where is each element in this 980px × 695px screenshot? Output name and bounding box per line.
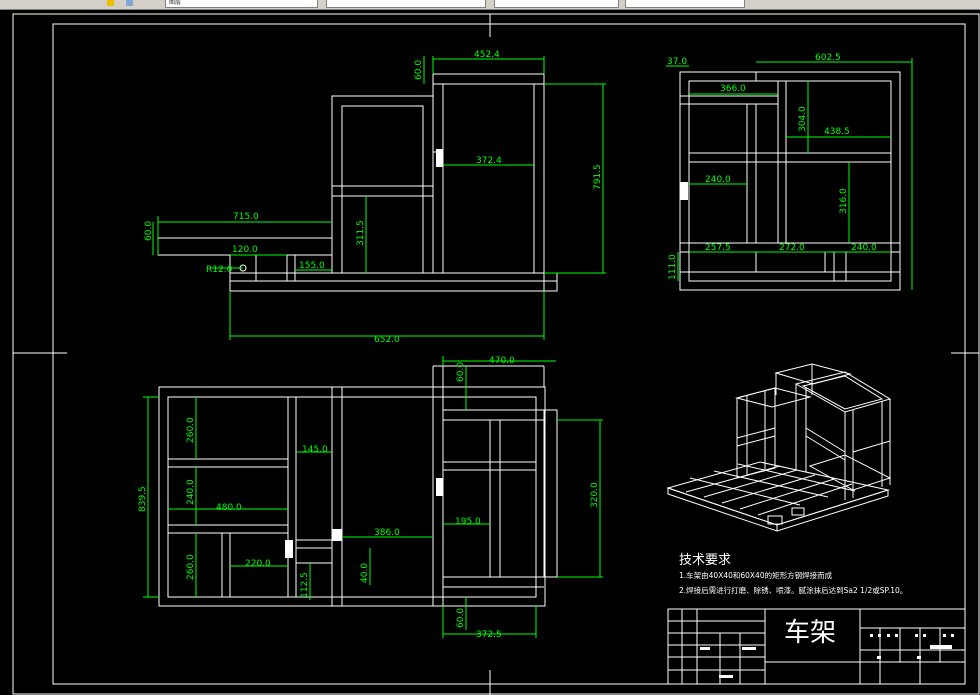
front-view-geometry	[157, 73, 558, 292]
front-view: 452.4 60.0 791.5 372.4 311.5 715.0 60.0 …	[144, 50, 606, 345]
front-dimension-lines	[152, 56, 606, 340]
plan-weld-mark-c	[332, 529, 342, 541]
dim-front-arm-length: 715.0	[233, 212, 259, 222]
dim-front-top-rail: 60.0	[414, 60, 424, 80]
dim-side-left-gap: 240.0	[705, 175, 731, 185]
dim-side-inner-top: 366.0	[720, 84, 746, 94]
dim-plan-bottom-rail: 60.0	[456, 608, 466, 628]
dim-side-base-height: 111.0	[668, 254, 678, 280]
plan-weld-mark-b	[285, 540, 293, 558]
dim-side-base-a: 257.5	[705, 243, 731, 253]
dim-side-width: 602.5	[815, 53, 841, 63]
layer-dropdown-label: 图层	[169, 0, 182, 6]
notes-line-2: 2.焊接后需进行打磨、除锈、喷漆。腻涂抹后达到Sa2 1/2或SP.10。	[679, 585, 907, 595]
dim-front-foot: 155.0	[299, 261, 325, 271]
dim-side-base-c: 240.0	[851, 243, 877, 253]
dim-plan-rail-a: 145.0	[302, 445, 328, 455]
side-view: 37.0 602.5 366.0 304.0 438.5 240.0 316.0…	[666, 53, 913, 291]
dim-plan-row-c: 260.0	[186, 554, 196, 580]
lineweight-dropdown[interactable]	[625, 0, 745, 8]
dim-plan-top-width: 470.0	[489, 356, 515, 366]
title-block-title: 车架	[784, 618, 836, 648]
dim-plan-right-height: 320.0	[590, 482, 600, 508]
dim-side-inner-mid: 438.5	[824, 127, 850, 137]
linetype-dropdown[interactable]	[494, 0, 619, 8]
dim-front-base-length: 652.0	[374, 335, 400, 345]
dim-side-base-b: 272.0	[779, 243, 805, 253]
dim-plan-inner: 195.0	[455, 517, 481, 527]
dim-plan-short: 220.0	[245, 559, 271, 569]
color-dropdown[interactable]	[326, 0, 486, 8]
dim-front-arm-height: 60.0	[144, 221, 154, 241]
dim-front-step-height: 311.5	[356, 220, 366, 246]
notes-line-1: 1.车架由40X40和60X40的矩形方钢焊接而成	[679, 570, 833, 580]
dim-front-height-total: 791.5	[593, 164, 603, 190]
title-block: 车架	[667, 608, 966, 685]
plan-view: 470.0 60.0 260.0 145.0 240.0 480.0 386.0…	[138, 356, 603, 640]
layer-state-icon[interactable]	[107, 0, 114, 6]
dim-plan-span: 480.0	[216, 503, 242, 513]
dim-front-top-width: 452.4	[474, 50, 500, 60]
side-weld-mark	[680, 182, 688, 200]
plan-weld-mark-a	[436, 478, 443, 496]
dim-front-arm-inner: 120.0	[232, 245, 258, 255]
dim-plan-row-b: 240.0	[186, 479, 196, 505]
dim-plan-row-a: 260.0	[186, 417, 196, 443]
dim-plan-small-b: 112.5	[300, 572, 310, 598]
technical-notes: 技术要求 1.车架由40X40和60X40的矩形方钢焊接而成 2.焊接后需进行打…	[679, 553, 907, 595]
isometric-view	[666, 363, 892, 532]
layer-icon[interactable]	[125, 0, 133, 6]
front-weld-mark	[436, 149, 443, 167]
toolbar-icons[interactable]	[104, 0, 156, 8]
layer-dropdown[interactable]: 图层	[165, 0, 318, 8]
dim-plan-bottom-width: 372.5	[476, 630, 502, 640]
dim-plan-small-a: 40.0	[360, 563, 370, 583]
notes-heading: 技术要求	[679, 553, 731, 568]
dim-plan-top-rail: 60.0	[456, 362, 466, 382]
dim-side-offset: 37.0	[667, 57, 687, 67]
drawing-canvas[interactable]: 452.4 60.0 791.5 372.4 311.5 715.0 60.0 …	[0, 9, 980, 695]
plan-dimension-lines	[143, 356, 603, 638]
dim-side-height-a: 304.0	[798, 106, 808, 132]
plan-view-geometry	[158, 365, 558, 607]
dim-plan-total-height: 839.5	[138, 486, 148, 512]
side-dimension-lines	[666, 58, 913, 290]
dim-plan-mid: 386.0	[374, 528, 400, 538]
dim-front-radius: R12.0	[206, 265, 233, 275]
dim-front-inner-width: 372.4	[476, 156, 502, 166]
dim-side-height-b: 316.0	[839, 188, 849, 214]
